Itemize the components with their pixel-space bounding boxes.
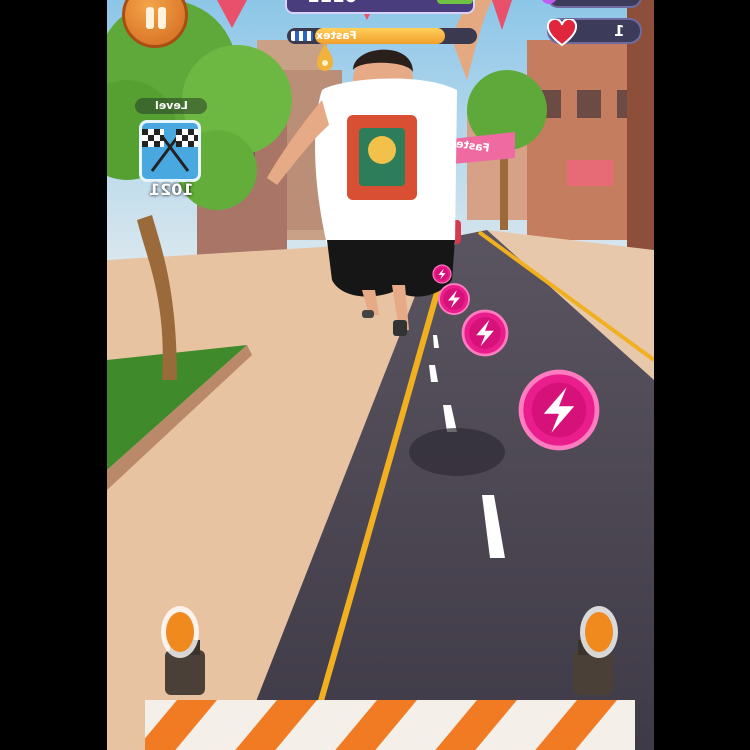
game-viewport: 1110 x2 Fastex 117 1 Level (107, 0, 654, 750)
character-shadow (409, 428, 505, 476)
banner-label: Fastex (437, 135, 517, 159)
level-number: 1021 (148, 180, 194, 199)
heart-icon (547, 19, 577, 47)
road-barrier (145, 700, 635, 750)
banner-text: Fastex (448, 136, 491, 155)
pause-icon-bar (158, 7, 166, 29)
level-title: Level (154, 99, 188, 112)
lightning-coin-icon (432, 264, 452, 284)
score-value: 1110 (307, 0, 357, 7)
coin-count: 117 (603, 0, 630, 4)
lives-count: 1 (613, 22, 624, 40)
lightning-coin-icon (438, 283, 470, 315)
level-icon-frame (139, 120, 201, 182)
level-title-wrap: Level (135, 98, 207, 114)
level-badge: Level 1021 (135, 98, 207, 202)
checkered-flag-icon (291, 31, 313, 41)
score-display: 1110 x2 (285, 0, 475, 14)
level-progress-bar: Fastex (287, 28, 477, 44)
pause-icon (146, 7, 154, 29)
progress-label: Fastex (316, 29, 357, 42)
level-number-wrap: 1021 (135, 180, 207, 199)
score-multiplier: x2 (437, 0, 473, 4)
checkered-flags-icon (142, 129, 198, 172)
coin-counter: 117 (541, 0, 642, 8)
location-drop-icon (317, 44, 333, 71)
lightning-coin-icon (518, 369, 600, 451)
lives-counter: 1 (547, 18, 642, 47)
lightning-coin-icon (461, 309, 509, 357)
